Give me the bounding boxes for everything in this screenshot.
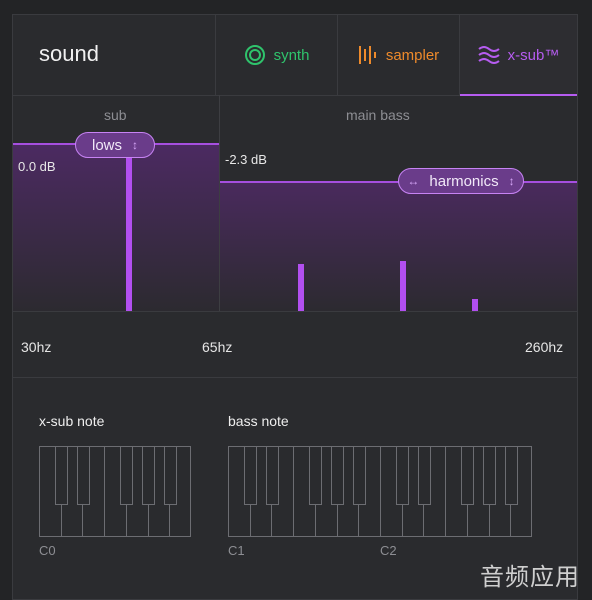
black-key[interactable] — [55, 447, 69, 505]
harmonics-label: harmonics — [429, 172, 499, 190]
note-label-c0: C0 — [39, 543, 56, 558]
x-sub-keyboard[interactable] — [39, 446, 191, 537]
black-key[interactable] — [331, 447, 345, 505]
panel-title: sound — [39, 41, 99, 66]
black-key[interactable] — [120, 447, 134, 505]
note-label-c2: C2 — [380, 543, 397, 558]
note-label-c1: C1 — [228, 543, 245, 558]
black-key[interactable] — [396, 447, 410, 505]
region-label-sub: sub — [104, 107, 127, 123]
panel-header: sound synth sampler x-sub™ — [13, 15, 577, 96]
tab-x-sub-label: x-sub™ — [507, 46, 560, 64]
black-key[interactable] — [461, 447, 475, 505]
circle-ring-icon — [244, 44, 266, 66]
spectrum-baseline — [13, 311, 577, 312]
black-key[interactable] — [417, 447, 431, 505]
vertical-arrows-icon: ↕ — [508, 174, 515, 188]
bass-keyboard[interactable] — [228, 446, 532, 537]
black-key[interactable] — [504, 447, 518, 505]
harmonic-bar — [298, 264, 304, 311]
wavy-lines-icon — [478, 44, 500, 66]
x-sub-note-label: x-sub note — [39, 413, 105, 429]
harmonic-bar — [400, 261, 406, 311]
region-label-main-bass: main bass — [346, 107, 410, 123]
black-key[interactable] — [352, 447, 366, 505]
black-key[interactable] — [76, 447, 90, 505]
sub-harmonic-bar — [126, 153, 132, 311]
spectrum-display: sub main bass 0.0 dB -2.3 dB lows ↕ ↔ ha… — [13, 95, 577, 355]
horizontal-arrows-icon: ↔ — [407, 174, 420, 188]
tab-x-sub[interactable]: x-sub™ — [459, 15, 577, 96]
harmonic-bar — [472, 299, 478, 311]
black-key[interactable] — [142, 447, 156, 505]
tab-synth[interactable]: synth — [215, 15, 337, 95]
harmonics-handle[interactable]: ↔ harmonics ↕ — [398, 168, 524, 194]
tab-sampler[interactable]: sampler — [337, 15, 459, 95]
black-key[interactable] — [265, 447, 279, 505]
waveform-bars-icon — [358, 44, 378, 66]
bass-note-label: bass note — [228, 413, 289, 429]
freq-label-30hz: 30hz — [21, 339, 52, 355]
sound-panel: sound synth sampler x-sub™ sub main bass — [12, 14, 578, 600]
watermark: 音频应用 — [480, 564, 580, 591]
tab-sampler-label: sampler — [385, 46, 440, 64]
vertical-arrows-icon: ↕ — [132, 138, 138, 152]
black-key[interactable] — [163, 447, 177, 505]
region-divider — [219, 95, 220, 311]
freq-label-260hz: 260hz — [525, 339, 564, 355]
main-bass-fill — [220, 181, 577, 311]
tab-synth-label: synth — [273, 46, 310, 64]
freq-label-65hz: 65hz — [202, 339, 233, 355]
main-bass-level-value: -2.3 dB — [225, 152, 267, 167]
black-key[interactable] — [309, 447, 323, 505]
black-key[interactable] — [483, 447, 497, 505]
lows-label: lows — [91, 136, 122, 154]
section-divider — [13, 377, 577, 378]
lows-handle[interactable]: lows ↕ — [75, 132, 155, 158]
sub-level-value: 0.0 dB — [18, 159, 56, 174]
black-key[interactable] — [244, 447, 258, 505]
